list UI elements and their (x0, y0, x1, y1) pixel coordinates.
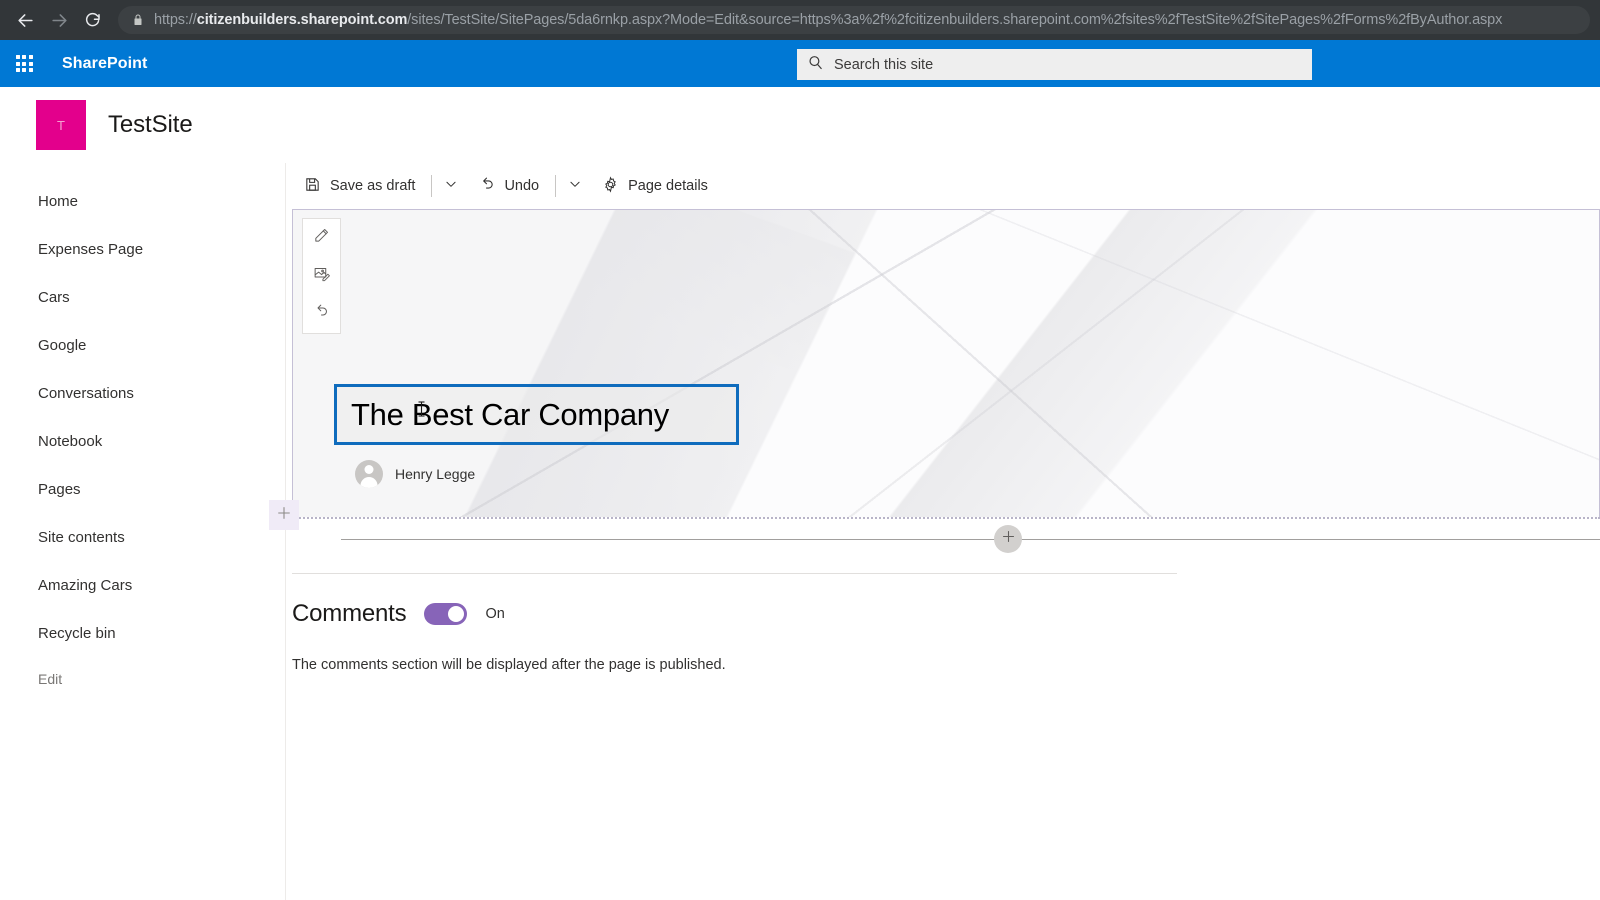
command-bar: Save as draft Undo Page details (286, 163, 1600, 209)
hero-banner-webpart[interactable]: The Best Car Company Henry Legge (292, 209, 1600, 517)
gear-icon (602, 175, 619, 197)
save-options-dropdown[interactable] (436, 167, 466, 205)
url-host: citizenbuilders.sharepoint.com (196, 12, 408, 28)
sidebar-edit-link[interactable]: Edit (0, 657, 285, 701)
person-avatar-icon (355, 460, 383, 488)
comments-header: Comments On (292, 600, 1600, 628)
page-details-label: Page details (628, 178, 708, 194)
site-search-box[interactable]: Search this site (797, 49, 1312, 80)
chevron-down-icon (444, 177, 458, 196)
hero-author-name: Henry Legge (395, 466, 476, 482)
plus-icon (276, 505, 292, 526)
sidebar-item-notebook[interactable]: Notebook (0, 417, 285, 465)
change-image-icon (313, 265, 330, 287)
hero-background-image (293, 210, 1599, 517)
save-as-draft-label: Save as draft (330, 178, 416, 194)
chevron-down-icon (568, 177, 582, 196)
save-disk-icon (304, 176, 321, 197)
app-launcher-waffle-icon (15, 55, 33, 72)
reload-button[interactable] (78, 5, 108, 35)
reload-icon (84, 11, 102, 29)
command-separator-1 (431, 175, 433, 197)
sidebar-item-conversations[interactable]: Conversations (0, 369, 285, 417)
sharepoint-brand-link[interactable]: SharePoint (62, 55, 147, 73)
sidebar-item-pages[interactable]: Pages (0, 465, 285, 513)
hero-author[interactable]: Henry Legge (355, 460, 475, 488)
page-details-button[interactable]: Page details (590, 167, 720, 205)
search-icon (807, 54, 824, 76)
revert-undo-icon (313, 303, 330, 325)
add-section-button[interactable] (269, 500, 299, 530)
search-input[interactable]: Search this site (834, 57, 933, 73)
hero-title-input[interactable]: The Best Car Company (334, 384, 739, 445)
sidebar-item-expenses-page[interactable]: Expenses Page (0, 225, 285, 273)
site-logo-letter: T (57, 117, 65, 133)
undo-options-dropdown[interactable] (560, 167, 590, 205)
undo-label: Undo (504, 178, 540, 194)
sidebar-item-cars[interactable]: Cars (0, 273, 285, 321)
site-title[interactable]: TestSite (108, 111, 193, 139)
section-boundary (292, 517, 1600, 519)
hero-section-wrapper: The Best Car Company Henry Legge (269, 209, 1600, 559)
site-logo[interactable]: T (36, 100, 86, 150)
comments-toggle-knob (448, 606, 465, 622)
comments-divider (292, 573, 1177, 574)
add-webpart-button[interactable] (994, 525, 1022, 553)
sidebar-item-site-contents[interactable]: Site contents (0, 513, 285, 561)
sidebar-item-home[interactable]: Home (0, 177, 285, 225)
comments-section: Comments On The comments section will be… (292, 573, 1600, 673)
hero-toolbar (302, 218, 341, 334)
sidebar-item-recycle-bin[interactable]: Recycle bin (0, 609, 285, 657)
sidebar-item-amazing-cars[interactable]: Amazing Cars (0, 561, 285, 609)
add-webpart-row (292, 519, 1600, 559)
forward-button[interactable] (44, 5, 74, 35)
page-canvas: Save as draft Undo Page details The Best… (269, 163, 1600, 900)
plus-icon (1001, 529, 1016, 549)
back-button[interactable] (10, 5, 40, 35)
comments-title: Comments (292, 600, 407, 627)
hero-revert-button[interactable] (303, 295, 340, 333)
comments-toggle[interactable] (424, 603, 468, 625)
command-separator-2 (555, 175, 557, 197)
sharepoint-suite-bar: SharePoint Search this site (0, 40, 1600, 87)
add-webpart-line (341, 539, 1600, 540)
site-header: T TestSite (0, 87, 1600, 163)
address-bar[interactable]: https://citizenbuilders.sharepoint.com/s… (118, 6, 1590, 34)
left-navigation: Home Expenses Page Cars Google Conversat… (0, 163, 285, 900)
url-path: /sites/TestSite/SitePages/5da6rnkp.aspx?… (407, 12, 1503, 28)
forward-arrow-icon (50, 11, 69, 30)
pencil-edit-icon (313, 227, 330, 249)
lock-icon (132, 13, 144, 27)
back-arrow-icon (16, 11, 35, 30)
browser-toolbar: https://citizenbuilders.sharepoint.com/s… (0, 0, 1600, 40)
url-scheme: https:// (154, 12, 197, 28)
save-as-draft-button[interactable]: Save as draft (292, 167, 427, 205)
hero-change-image-button[interactable] (303, 257, 340, 295)
comments-toggle-label: On (485, 606, 505, 622)
app-launcher-button[interactable] (0, 40, 48, 87)
sidebar-item-google[interactable]: Google (0, 321, 285, 369)
comments-note: The comments section will be displayed a… (292, 657, 726, 673)
hero-edit-properties-button[interactable] (303, 219, 340, 257)
undo-button[interactable]: Undo (466, 167, 551, 205)
url-text: https://citizenbuilders.sharepoint.com/s… (154, 12, 1502, 28)
hero-title-value: The Best Car Company (351, 396, 669, 432)
undo-arrow-icon (478, 176, 495, 197)
page-body: Home Expenses Page Cars Google Conversat… (0, 163, 1600, 900)
